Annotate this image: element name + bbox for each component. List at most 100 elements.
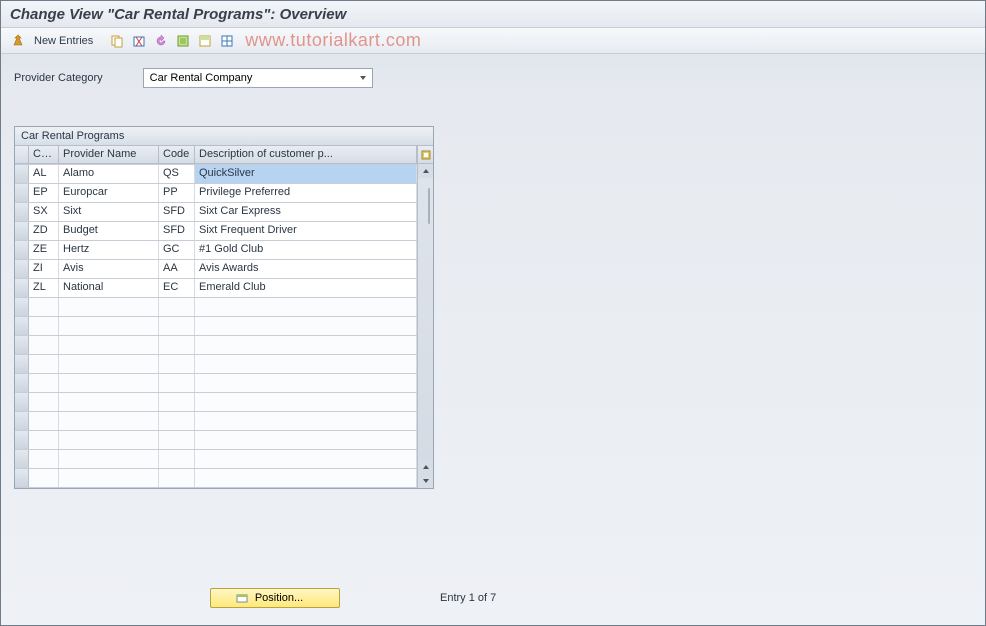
cell-desc[interactable] — [195, 355, 417, 373]
row-selector[interactable] — [15, 260, 29, 278]
table-row[interactable]: ZDBudgetSFDSixt Frequent Driver — [15, 222, 417, 241]
table-row[interactable]: ZIAvisAAAvis Awards — [15, 260, 417, 279]
cell-desc[interactable] — [195, 450, 417, 468]
cell-code1[interactable] — [29, 412, 59, 430]
table-row-empty[interactable] — [15, 450, 417, 469]
cell-provider[interactable] — [59, 317, 159, 335]
col-header-code1[interactable]: Code — [29, 146, 59, 164]
scroll-page-up-icon[interactable] — [418, 460, 433, 474]
cell-code2[interactable]: AA — [159, 260, 195, 278]
cell-code1[interactable] — [29, 336, 59, 354]
cell-code2[interactable] — [159, 298, 195, 316]
col-header-provider[interactable]: Provider Name — [59, 146, 159, 164]
cell-code2[interactable] — [159, 450, 195, 468]
table-row[interactable]: ZEHertzGC#1 Gold Club — [15, 241, 417, 260]
scrollbar[interactable] — [417, 146, 433, 488]
cell-code1[interactable] — [29, 450, 59, 468]
table-row-empty[interactable] — [15, 412, 417, 431]
cell-code1[interactable] — [29, 317, 59, 335]
cell-code1[interactable] — [29, 431, 59, 449]
provider-category-dropdown[interactable]: Car Rental Company — [143, 68, 373, 88]
cell-code2[interactable] — [159, 431, 195, 449]
table-row[interactable]: EPEuropcarPPPrivilege Preferred — [15, 184, 417, 203]
scroll-up-icon[interactable] — [418, 164, 433, 178]
cell-code2[interactable] — [159, 469, 195, 487]
cell-provider[interactable]: Hertz — [59, 241, 159, 259]
cell-provider[interactable] — [59, 336, 159, 354]
cell-desc[interactable]: #1 Gold Club — [195, 241, 417, 259]
cell-desc[interactable] — [195, 336, 417, 354]
table-row-empty[interactable] — [15, 317, 417, 336]
cell-provider[interactable] — [59, 431, 159, 449]
row-selector[interactable] — [15, 336, 29, 354]
table-row-empty[interactable] — [15, 393, 417, 412]
cell-code2[interactable] — [159, 336, 195, 354]
row-selector[interactable] — [15, 203, 29, 221]
row-selector[interactable] — [15, 431, 29, 449]
cell-desc[interactable]: Sixt Frequent Driver — [195, 222, 417, 240]
row-selector[interactable] — [15, 241, 29, 259]
select-all-icon[interactable] — [173, 31, 193, 51]
row-selector[interactable] — [15, 184, 29, 202]
cell-code1[interactable]: EP — [29, 184, 59, 202]
table-row[interactable]: ZLNationalECEmerald Club — [15, 279, 417, 298]
cell-provider[interactable]: National — [59, 279, 159, 297]
col-header-desc[interactable]: Description of customer p... — [195, 146, 417, 164]
cell-provider[interactable]: Europcar — [59, 184, 159, 202]
cell-code1[interactable]: ZI — [29, 260, 59, 278]
cell-desc[interactable]: Sixt Car Express — [195, 203, 417, 221]
table-row-empty[interactable] — [15, 469, 417, 488]
row-selector[interactable] — [15, 374, 29, 392]
copy-icon[interactable] — [107, 31, 127, 51]
table-row-empty[interactable] — [15, 374, 417, 393]
position-button[interactable]: Position... — [210, 588, 340, 608]
toggle-icon[interactable] — [8, 31, 28, 51]
cell-code1[interactable] — [29, 298, 59, 316]
new-entries-button[interactable]: New Entries — [30, 33, 101, 49]
table-row-empty[interactable] — [15, 298, 417, 317]
row-selector[interactable] — [15, 450, 29, 468]
cell-provider[interactable] — [59, 412, 159, 430]
undo-icon[interactable] — [151, 31, 171, 51]
cell-provider[interactable] — [59, 298, 159, 316]
cell-provider[interactable]: Budget — [59, 222, 159, 240]
cell-provider[interactable]: Alamo — [59, 165, 159, 183]
cell-code2[interactable] — [159, 355, 195, 373]
scroll-down-icon[interactable] — [418, 474, 433, 488]
cell-code1[interactable]: ZD — [29, 222, 59, 240]
delete-icon[interactable] — [129, 31, 149, 51]
cell-code1[interactable]: AL — [29, 165, 59, 183]
row-selector[interactable] — [15, 412, 29, 430]
cell-code1[interactable] — [29, 469, 59, 487]
cell-code2[interactable] — [159, 374, 195, 392]
cell-code1[interactable] — [29, 374, 59, 392]
cell-provider[interactable] — [59, 374, 159, 392]
header-selector[interactable] — [15, 146, 29, 164]
col-header-code2[interactable]: Code — [159, 146, 195, 164]
cell-code1[interactable] — [29, 355, 59, 373]
table-row[interactable]: SXSixtSFDSixt Car Express — [15, 203, 417, 222]
cell-code1[interactable]: ZL — [29, 279, 59, 297]
row-selector[interactable] — [15, 393, 29, 411]
table-row-empty[interactable] — [15, 336, 417, 355]
cell-code1[interactable]: ZE — [29, 241, 59, 259]
cell-desc[interactable] — [195, 298, 417, 316]
cell-code2[interactable]: EC — [159, 279, 195, 297]
cell-desc[interactable] — [195, 431, 417, 449]
cell-code2[interactable]: SFD — [159, 222, 195, 240]
row-selector[interactable] — [15, 298, 29, 316]
table-row[interactable]: ALAlamoQSQuickSilver — [15, 165, 417, 184]
cell-desc[interactable]: QuickSilver — [195, 165, 417, 183]
cell-desc[interactable] — [195, 317, 417, 335]
cell-desc[interactable]: Emerald Club — [195, 279, 417, 297]
cell-code2[interactable]: GC — [159, 241, 195, 259]
cell-provider[interactable] — [59, 393, 159, 411]
row-selector[interactable] — [15, 355, 29, 373]
cell-provider[interactable] — [59, 469, 159, 487]
cell-provider[interactable]: Avis — [59, 260, 159, 278]
select-block-icon[interactable] — [195, 31, 215, 51]
cell-desc[interactable] — [195, 469, 417, 487]
table-row-empty[interactable] — [15, 431, 417, 450]
table-row-empty[interactable] — [15, 355, 417, 374]
scroll-thumb[interactable] — [428, 188, 430, 224]
